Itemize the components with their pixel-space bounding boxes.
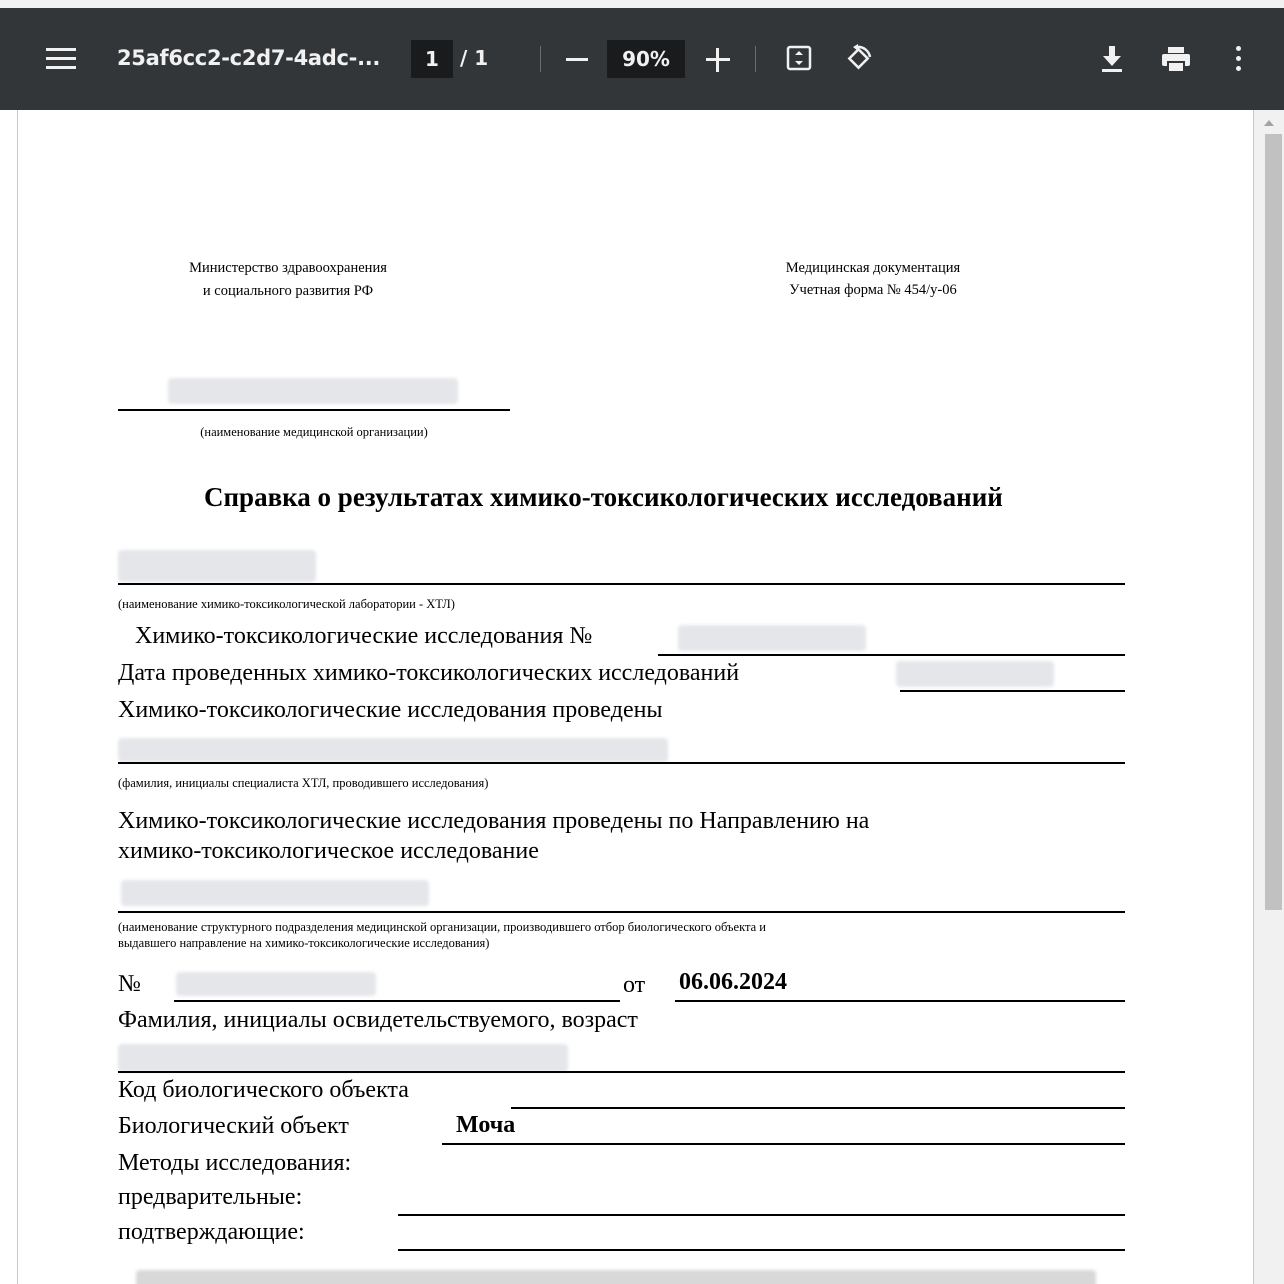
menu-icon[interactable] [46, 48, 76, 70]
pdf-viewer: Министерство здравоохранения и социально… [0, 110, 1284, 1284]
redacted-research-number [678, 625, 866, 651]
referral-date-underline [675, 1000, 1125, 1002]
conducted-label: Химико-токсикологические исследования пр… [118, 697, 663, 723]
pdf-page: Министерство здравоохранения и социально… [17, 110, 1254, 1284]
redacted-division [121, 880, 429, 906]
org-caption: (наименование медицинской организации) [200, 425, 428, 439]
specialist-underline [118, 762, 1125, 764]
bio-object-label: Биологический объект [118, 1113, 349, 1139]
division-caption-line1: (наименование структурного подразделения… [118, 920, 766, 934]
toolbar-divider [540, 46, 541, 72]
confirming-label: подтверждающие: [118, 1219, 305, 1245]
preliminary-label: предварительные: [118, 1184, 303, 1210]
file-title: 25af6cc2-c2d7-4adc-... [117, 46, 381, 70]
rotate-icon[interactable] [843, 43, 875, 75]
scroll-up-icon[interactable] [1264, 120, 1274, 126]
from-label: от [623, 972, 646, 998]
subject-underline [118, 1071, 1125, 1073]
research-number-underline [658, 654, 1125, 656]
toolbar-divider [755, 46, 756, 72]
page-number-input[interactable]: 1 [411, 40, 453, 78]
specialist-caption: (фамилия, инициалы специалиста ХТЛ, пров… [118, 776, 489, 790]
research-date-underline [900, 690, 1125, 692]
zoom-out-icon[interactable] [566, 58, 588, 61]
cut-off-text-line [136, 1270, 1096, 1284]
preliminary-underline [398, 1214, 1125, 1216]
referral-number-underline [174, 1000, 620, 1002]
bio-code-label: Код биологического объекта [118, 1077, 409, 1103]
division-caption-line2: выдавшего направление на химико-токсикол… [118, 936, 490, 950]
bio-object-underline [442, 1143, 1125, 1145]
methods-label: Методы исследования: [118, 1150, 352, 1176]
download-icon[interactable] [1099, 44, 1125, 74]
document-title: Справка о результатах химико-токсикологи… [204, 482, 1003, 512]
org-underline [118, 409, 510, 411]
ministry-line2: и социального развития РФ [202, 283, 374, 299]
redacted-research-date [896, 661, 1054, 687]
research-date-label: Дата проведенных химико-токсикологически… [118, 660, 740, 686]
page-total: / 1 [460, 46, 489, 70]
confirming-underline [398, 1249, 1125, 1251]
more-options-icon[interactable] [1231, 46, 1245, 74]
research-number-label: Химико-токсикологические исследования № [135, 623, 593, 649]
scrollbar-thumb[interactable] [1265, 134, 1282, 910]
med-doc-line2: Учетная форма № 454/у-06 [789, 282, 957, 298]
redacted-specialist [118, 738, 668, 762]
ministry-line1: Министерство здравоохранения [189, 260, 387, 276]
zoom-in-icon[interactable] [706, 48, 730, 72]
redacted-lab-name [118, 550, 316, 582]
med-doc-line1: Медицинская документация [785, 260, 961, 276]
lab-caption: (наименование химико-токсикологической л… [118, 597, 455, 611]
fit-page-icon[interactable] [786, 45, 812, 71]
redacted-referral-number [176, 972, 376, 996]
lab-underline [118, 583, 1125, 585]
pdf-toolbar: 25af6cc2-c2d7-4adc-... 1 / 1 90% [0, 8, 1284, 110]
referral-line2: химико-токсикологическое исследование [118, 838, 539, 864]
number-label: № [118, 971, 141, 997]
redacted-org-name [168, 378, 458, 404]
division-underline [118, 911, 1125, 913]
bio-code-underline [511, 1107, 1125, 1109]
referral-line1: Химико-токсикологические исследования пр… [118, 808, 870, 834]
zoom-input[interactable]: 90% [607, 40, 685, 78]
subject-label: Фамилия, инициалы освидетельствуемого, в… [118, 1007, 638, 1033]
redacted-subject [118, 1044, 568, 1072]
print-icon[interactable] [1160, 46, 1192, 74]
referral-date-value: 06.06.2024 [679, 969, 787, 995]
bio-object-value: Моча [456, 1112, 516, 1138]
